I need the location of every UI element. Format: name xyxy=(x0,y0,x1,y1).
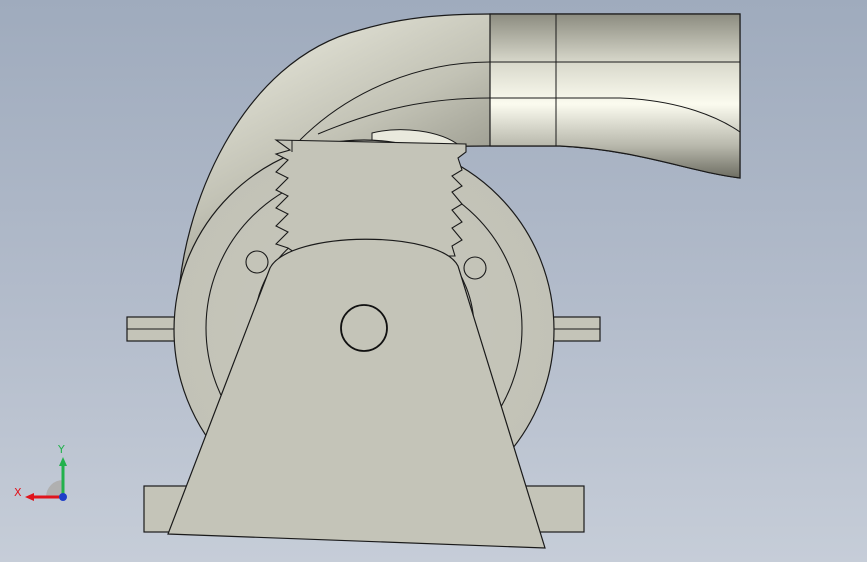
y-axis-label: Y xyxy=(57,443,65,456)
bolt-hole-left xyxy=(245,250,269,274)
z-axis-dot xyxy=(59,493,67,501)
outlet-throat[interactable] xyxy=(274,139,467,257)
straight-pipe-section xyxy=(489,13,741,179)
shaft-hub[interactable] xyxy=(340,304,388,352)
bolt-hole-right xyxy=(463,256,487,280)
y-axis-arrowhead xyxy=(59,457,67,466)
orientation-triad[interactable]: X Y xyxy=(10,440,80,510)
cad-viewport[interactable] xyxy=(0,0,867,562)
throat-body xyxy=(274,139,467,257)
x-axis-label: X xyxy=(14,486,22,499)
x-axis-arrowhead xyxy=(25,493,34,501)
